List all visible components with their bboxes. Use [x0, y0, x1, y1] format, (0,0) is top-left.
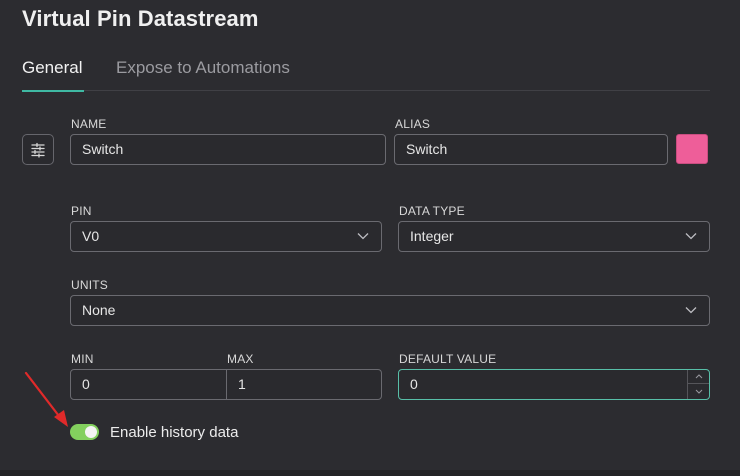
data-type-select-value: Integer	[410, 228, 454, 244]
name-label: NAME	[71, 117, 107, 131]
data-type-select[interactable]: Integer	[398, 221, 710, 252]
chevron-up-icon	[695, 374, 702, 379]
alias-input[interactable]: Switch	[394, 134, 668, 165]
pin-select-value: V0	[82, 228, 100, 244]
number-stepper	[687, 370, 709, 399]
pin-label: PIN	[71, 204, 92, 218]
units-select-value: None	[82, 302, 116, 318]
annotation-arrow-icon	[24, 371, 68, 427]
name-input[interactable]: Switch	[70, 134, 386, 165]
datastream-options-button[interactable]	[22, 134, 54, 165]
toggle-knob	[85, 426, 97, 438]
min-label: MIN	[71, 352, 94, 366]
data-type-label: DATA TYPE	[399, 204, 465, 218]
chevron-down-icon	[685, 307, 697, 314]
tab-expose-to-automations[interactable]: Expose to Automations	[116, 58, 290, 91]
max-input[interactable]: 1	[226, 369, 382, 400]
decrement-button[interactable]	[688, 384, 709, 398]
tab-bar: General Expose to Automations	[22, 58, 710, 92]
default-value-label: DEFAULT VALUE	[399, 352, 497, 366]
max-label: MAX	[227, 352, 254, 366]
chevron-down-icon	[695, 389, 702, 394]
chevron-down-icon	[357, 233, 369, 240]
units-select[interactable]: None	[70, 295, 710, 326]
color-picker-swatch[interactable]	[676, 134, 708, 164]
history-data-toggle[interactable]	[70, 424, 99, 440]
default-value-input[interactable]: 0	[398, 369, 710, 400]
pin-select[interactable]: V0	[70, 221, 382, 252]
page-title: Virtual Pin Datastream	[22, 6, 259, 31]
sliders-icon	[31, 142, 45, 158]
units-label: UNITS	[71, 278, 108, 292]
min-input[interactable]: 0	[70, 369, 227, 400]
datastream-settings-panel: Virtual Pin Datastream General Expose to…	[0, 0, 740, 476]
increment-button[interactable]	[688, 370, 709, 384]
alias-label: ALIAS	[395, 117, 431, 131]
chevron-down-icon	[685, 233, 697, 240]
default-value-text: 0	[410, 376, 418, 392]
tab-general[interactable]: General	[22, 58, 85, 92]
panel-footer-divider	[0, 470, 740, 476]
history-data-label: Enable history data	[110, 424, 239, 441]
